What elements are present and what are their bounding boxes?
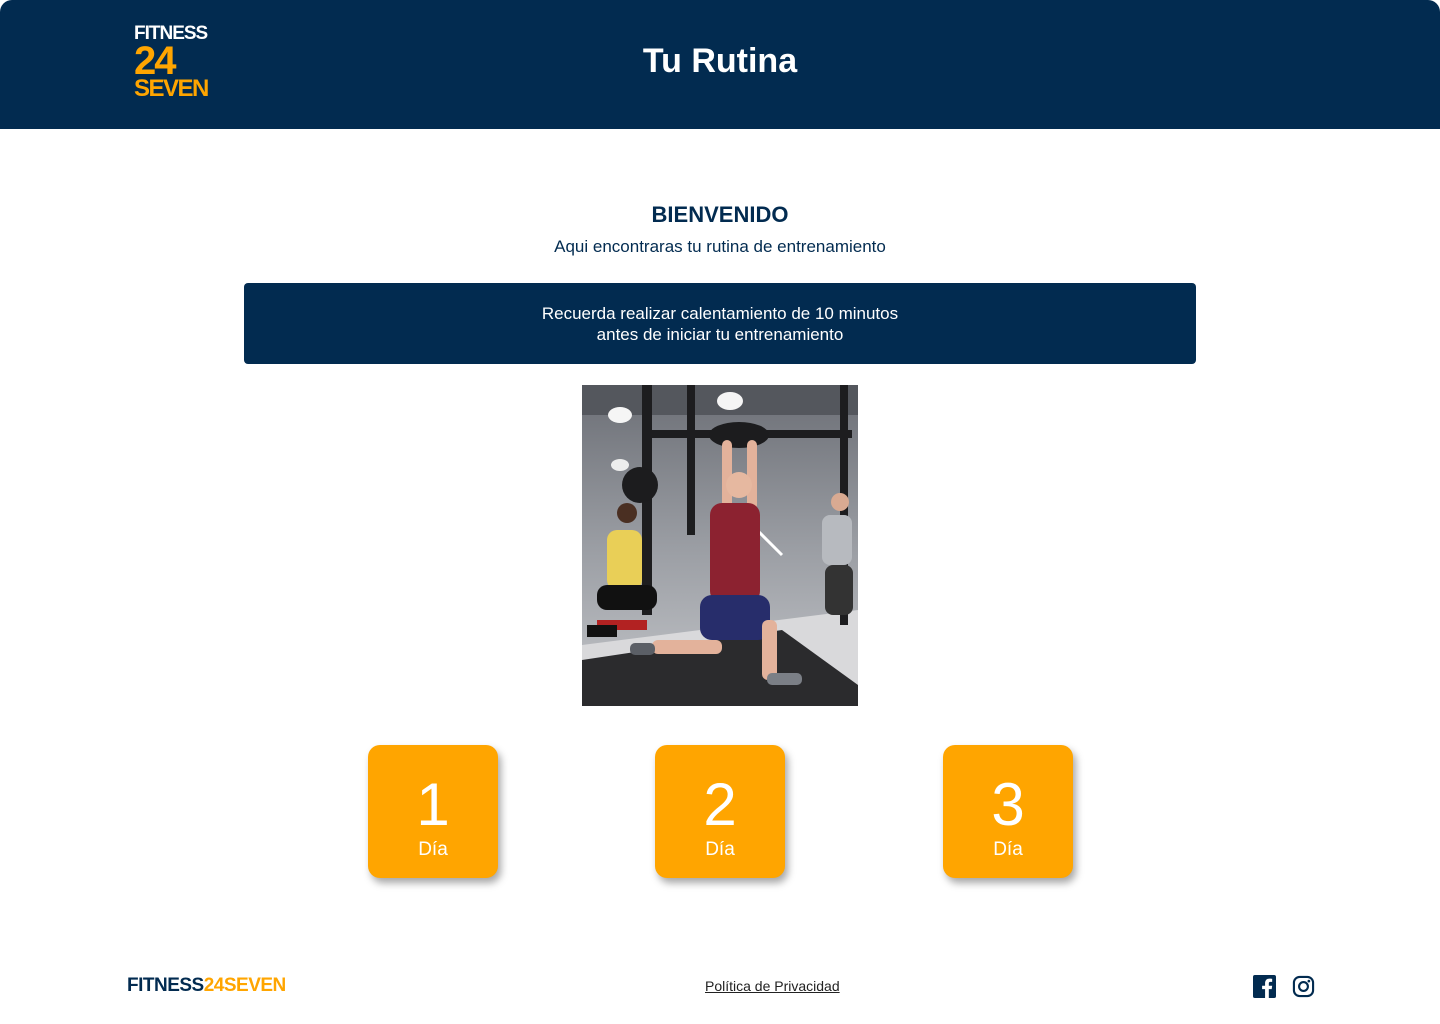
facebook-icon[interactable] [1253, 975, 1277, 999]
welcome-subtitle: Aqui encontraras tu rutina de entrenamie… [554, 237, 886, 256]
footer-logo[interactable]: FITNESS24SEVEN [127, 975, 286, 997]
workout-photo [582, 385, 858, 706]
day-3-button[interactable]: 3 Día [943, 745, 1073, 878]
day-number: 1 [416, 771, 450, 838]
warmup-notice-banner: Recuerda realizar calentamiento de 10 mi… [244, 283, 1196, 364]
day-label: Día [418, 839, 448, 860]
warmup-notice-text: Recuerda realizar calentamiento de 10 mi… [541, 303, 899, 344]
workout-photo-illustration [582, 385, 858, 706]
day-number: 2 [703, 771, 737, 838]
footer-logo-fitness: FITNESS [127, 975, 204, 996]
day-label: Día [993, 839, 1023, 860]
footer-logo-24seven: 24SEVEN [203, 975, 287, 996]
day-label: Día [705, 839, 735, 860]
privacy-policy-link[interactable]: Política de Privacidad [705, 978, 840, 994]
day-number: 3 [991, 771, 1025, 838]
page-title: Tu Rutina [642, 42, 798, 80]
day-2-button[interactable]: 2 Día [655, 745, 785, 878]
day-1-button[interactable]: 1 Día [368, 745, 498, 878]
welcome-heading: BIENVENIDO [651, 202, 789, 227]
app-header: FITNESS 24 SEVEN Tu Rutina [0, 0, 1440, 129]
instagram-icon[interactable] [1292, 975, 1316, 999]
logo-line-seven: SEVEN [134, 75, 209, 102]
